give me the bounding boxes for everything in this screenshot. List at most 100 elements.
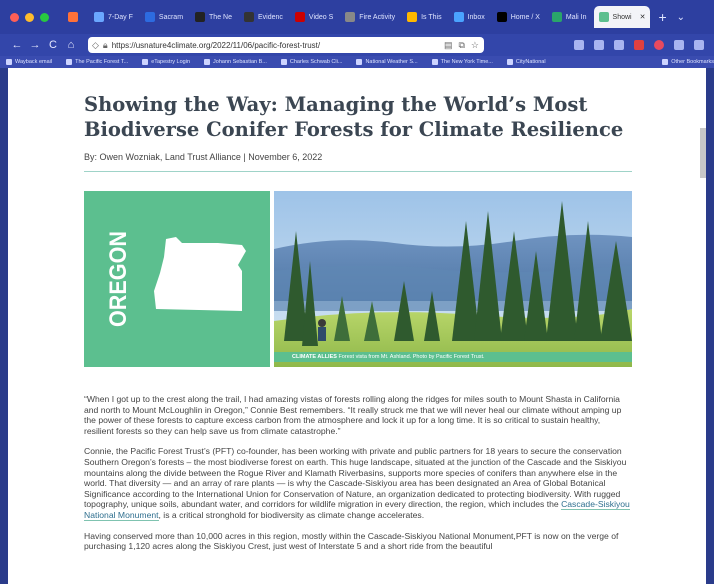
forward-button[interactable]: → (26, 39, 44, 51)
tab-2[interactable]: Sacram (140, 6, 188, 28)
tab-favicon-icon (551, 12, 562, 22)
paragraph-3: Having conserved more than 10,000 acres … (84, 530, 619, 552)
new-tab-button[interactable]: + (658, 9, 666, 25)
url-text[interactable]: https://usnature4climate.org/2022/11/06/… (112, 41, 444, 50)
bookmark-label: Wayback email (15, 59, 53, 65)
close-window-button[interactable] (10, 12, 19, 22)
back-button[interactable]: ← (8, 39, 26, 51)
library-icon[interactable] (614, 40, 624, 50)
home-button[interactable]: ⌂ (62, 39, 80, 51)
article-title: Showing the Way: Managing the World’s Mo… (84, 93, 624, 141)
pocket-icon[interactable] (574, 40, 584, 50)
tab-favicon-icon (496, 12, 507, 22)
tab-label: Showi (612, 13, 632, 21)
close-tab-icon[interactable]: ✕ (640, 13, 646, 21)
tab-label: Inbox (467, 13, 485, 21)
lock-icon[interactable]: 🔒︎ (103, 40, 108, 51)
bookmark-icon (356, 59, 363, 65)
tab-3[interactable]: The Ne (190, 6, 237, 28)
page-actions-icon[interactable]: ⧉ (458, 40, 464, 51)
tab-favicon-icon (244, 12, 254, 22)
bookmark-label: Johann Sebastian B... (213, 59, 267, 65)
header-divider (84, 171, 632, 172)
reload-button[interactable]: C (44, 39, 62, 51)
article-byline: By: Owen Wozniak, Land Trust Alliance | … (84, 152, 323, 162)
tab-favicon-icon (598, 12, 609, 22)
forest-photo (274, 191, 632, 367)
tab-strip: 7-Day F Sacram The Ne Evidenc Video S Fire Ac… (63, 5, 651, 29)
article-header: Showing the Way: Managing the World’s Mo… (84, 92, 632, 172)
minimize-window-button[interactable] (25, 12, 34, 22)
web-page: Showing the Way: Managing the World’s Mo… (8, 68, 706, 584)
article-body: “When I got up to the crest along the tr… (84, 394, 632, 562)
tab-4[interactable]: Evidenc (239, 6, 288, 28)
tab-6[interactable]: Fire Activity (340, 6, 400, 28)
tab-favicon-icon (345, 12, 356, 22)
bookmark-item[interactable]: National Weather S... (356, 59, 418, 65)
zoom-window-button[interactable] (40, 12, 49, 22)
caption-text: Forest vista from Mt. Ashland. Photo by … (336, 354, 485, 360)
bookmark-icon (66, 59, 73, 65)
forest-vista-image (274, 191, 632, 367)
tab-label: Is This (421, 13, 442, 21)
bookmark-icon (6, 59, 12, 65)
bookmark-item[interactable]: Johann Sebastian B... (204, 59, 267, 65)
tab-favicon-icon (195, 12, 206, 22)
tab-1[interactable]: 7-Day F (89, 6, 138, 28)
window-controls (10, 12, 49, 22)
tab-0[interactable] (63, 6, 87, 28)
tab-favicon-icon (68, 12, 78, 22)
oregon-text: OREGON (105, 231, 132, 327)
tab-5[interactable]: Video S (290, 6, 338, 28)
bookmark-icon (280, 59, 287, 65)
bookmark-star-icon[interactable]: ☆ (471, 40, 479, 51)
tab-label: 7-Day F (108, 13, 133, 21)
bookmark-label: The New York Time... (440, 59, 493, 65)
bookmark-item[interactable]: eTapestry Login (142, 59, 190, 65)
bookmarks-toolbar: Wayback email The Pacific Forest T... eTap… (0, 56, 714, 68)
tab-favicon-icon (294, 12, 305, 22)
bookmark-icon (662, 59, 669, 65)
extension-red-icon[interactable] (634, 40, 644, 50)
browser-titlebar: 7-Day F Sacram The Ne Evidenc Video S Fire Ac… (0, 0, 714, 34)
extension-circle-icon[interactable] (654, 40, 664, 50)
tab-7[interactable]: Is This (402, 6, 447, 28)
tab-favicon-icon (453, 12, 464, 22)
bookmark-item[interactable]: Wayback email (6, 59, 52, 65)
bookmark-item[interactable]: Other Bookmarks (662, 59, 714, 65)
tab-9[interactable]: Home / X (492, 6, 545, 28)
menu-icon[interactable] (694, 40, 704, 50)
tab-11[interactable]: Showi ✕ (593, 6, 651, 28)
tab-10[interactable]: Mali In (547, 6, 592, 28)
bookmark-label: The Pacific Forest T... (75, 59, 129, 65)
bookmark-label: eTapestry Login (151, 59, 191, 65)
shield-icon[interactable]: ◇ (92, 40, 99, 51)
account-icon[interactable] (674, 40, 684, 50)
downloads-icon[interactable] (594, 40, 604, 50)
oregon-label: OREGON (105, 231, 132, 327)
oregon-state-icon (154, 237, 246, 311)
bookmark-icon (204, 59, 211, 65)
bookmark-item[interactable]: The Pacific Forest T... (66, 59, 128, 65)
tab-label: Mali In (565, 13, 587, 21)
bookmark-item[interactable]: The New York Time... (431, 59, 493, 65)
paragraph-2: Connie, the Pacific Forest Trust’s (PFT)… (84, 446, 630, 521)
tab-label: Home / X (510, 13, 540, 21)
navigation-toolbar: ← → C ⌂ ◇ 🔒︎ https://usnature4climate.or… (0, 34, 714, 56)
oregon-panel: OREGON (84, 191, 270, 367)
bookmark-icon (142, 59, 149, 65)
tab-label: The Ne (209, 13, 232, 21)
toolbar-icons (574, 40, 704, 50)
tab-8[interactable]: Inbox (449, 6, 490, 28)
bookmark-label: National Weather S... (365, 59, 418, 65)
tab-list-button[interactable]: ⌄ (677, 12, 685, 23)
tab-favicon-icon (407, 12, 418, 22)
bookmark-item[interactable]: Charles Schwab Cli... (280, 59, 342, 65)
bookmark-label: Other Bookmarks (671, 59, 714, 65)
address-bar[interactable]: ◇ 🔒︎ https://usnature4climate.org/2022/1… (88, 37, 484, 53)
bookmark-icon (506, 59, 513, 65)
reader-view-icon[interactable]: ▤ (444, 40, 453, 51)
bookmark-item[interactable]: CityNational (506, 59, 546, 65)
page-scrollbar[interactable] (700, 128, 706, 178)
tab-label: Fire Activity (359, 13, 396, 21)
